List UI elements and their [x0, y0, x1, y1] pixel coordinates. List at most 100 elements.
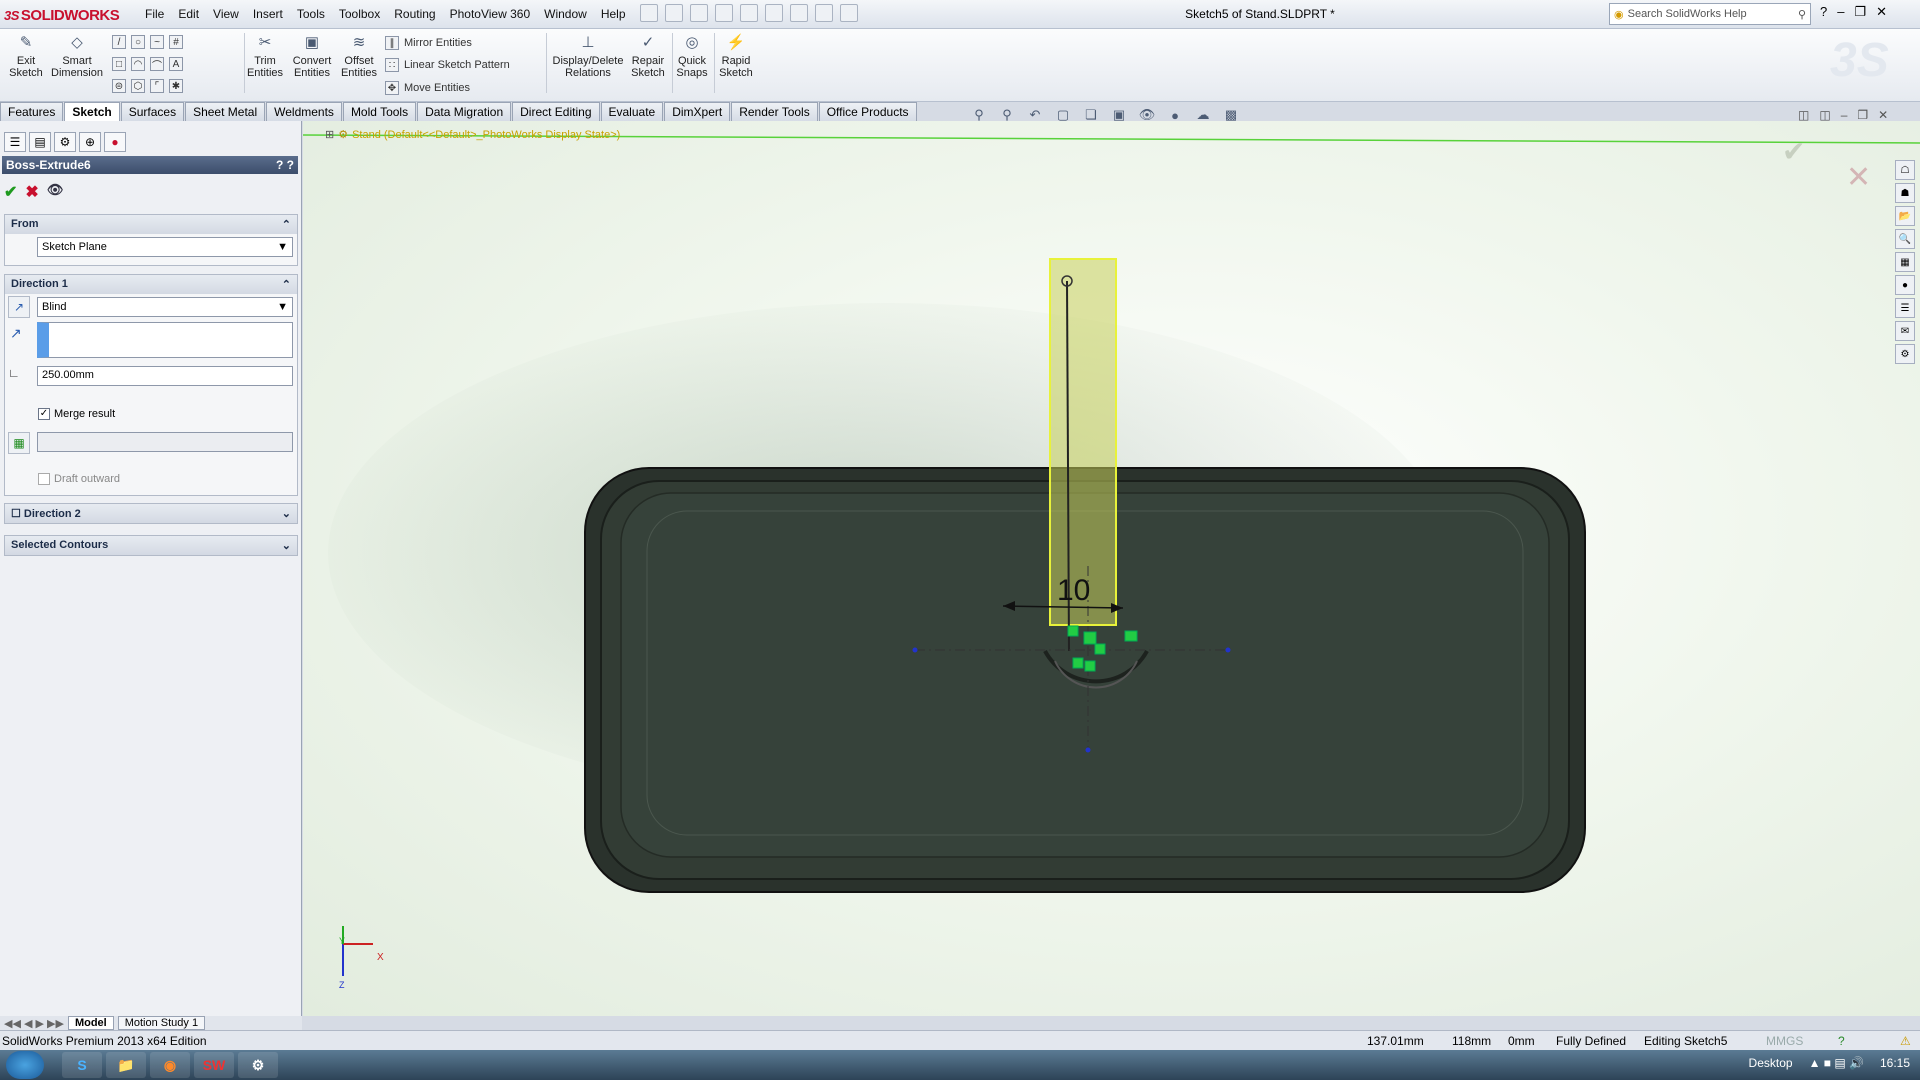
expand-icon[interactable]: ⌄ [282, 539, 291, 552]
viewport-minimize-icon[interactable]: – [1841, 108, 1848, 122]
units-selector[interactable]: MMGS [1766, 1034, 1803, 1048]
fillet-icon[interactable]: ⌒ [150, 57, 164, 72]
collapse-icon[interactable]: ⌃ [282, 218, 291, 231]
move-entities-button[interactable]: ✥ Move Entities [385, 81, 470, 95]
dimxpert-manager-icon[interactable]: ⊕ [79, 132, 101, 152]
previous-view-icon[interactable]: ↶ [1026, 106, 1044, 124]
menu-edit[interactable]: Edit [171, 6, 206, 22]
tab-sketch[interactable]: Sketch [64, 102, 120, 121]
view-orientation-icon[interactable]: ❏ [1082, 106, 1100, 124]
status-help-icon[interactable]: ? [1838, 1034, 1845, 1048]
menu-view[interactable]: View [206, 6, 246, 22]
tab-weldments[interactable]: Weldments [266, 102, 342, 121]
menu-toolbox[interactable]: Toolbox [332, 6, 387, 22]
text-icon[interactable]: A [169, 57, 183, 71]
polygon-icon[interactable]: ⬡ [131, 79, 145, 93]
menu-photoview[interactable]: PhotoView 360 [443, 6, 538, 22]
offset-entities-button[interactable]: ≋ Offset Entities [340, 33, 378, 79]
zoom-to-fit-icon[interactable]: ⚲ [970, 106, 988, 124]
undo-icon[interactable] [740, 4, 758, 22]
tab-model[interactable]: Model [67, 1016, 114, 1030]
tab-dimxpert[interactable]: DimXpert [664, 102, 731, 121]
ok-icon[interactable]: ✔ [4, 182, 17, 202]
menu-window[interactable]: Window [537, 6, 594, 22]
menu-help[interactable]: Help [594, 6, 633, 22]
configuration-manager-icon[interactable]: ⚙ [54, 132, 76, 152]
mirror-entities-button[interactable]: ∥ Mirror Entities [385, 36, 472, 50]
search-input[interactable]: ◉ Search SolidWorks Help ⚲ [1609, 3, 1811, 25]
tile-icon[interactable]: ◫ [1798, 108, 1809, 122]
detailed-preview-icon[interactable]: 👁 [47, 182, 64, 202]
tab-direct-editing[interactable]: Direct Editing [512, 102, 600, 121]
line-icon[interactable]: / [112, 35, 126, 49]
repair-sketch-button[interactable]: ✓ Repair Sketch [628, 33, 668, 79]
chamfer-icon[interactable]: ⌜ [150, 79, 164, 93]
hide-show-items-icon[interactable]: 👁 [1138, 106, 1156, 124]
draft-icon[interactable]: ▦ [8, 432, 30, 454]
feature-manager-icon[interactable]: ☰ [4, 132, 26, 152]
direction2-group[interactable]: ☐ Direction 2 ⌄ [4, 503, 298, 524]
draft-outward-checkbox[interactable]: Draft outward [38, 473, 120, 485]
rebuild-icon[interactable] [790, 4, 808, 22]
slot-icon[interactable]: ⊜ [112, 79, 126, 93]
solidworks-resources-icon[interactable]: ☖ [1895, 160, 1915, 180]
design-library-icon[interactable]: ☗ [1895, 183, 1915, 203]
dimension-label[interactable]: 10 [1057, 574, 1090, 608]
linear-sketch-pattern-button[interactable]: ∷ Linear Sketch Pattern [385, 58, 510, 72]
section-view-icon[interactable]: ▢ [1054, 106, 1072, 124]
menu-routing[interactable]: Routing [387, 6, 442, 22]
circle-icon[interactable]: ○ [131, 35, 145, 49]
app-taskbar-icon[interactable]: ⚙ [238, 1052, 278, 1078]
solidworks-logo[interactable]: 3S SOLIDWORKS [4, 5, 120, 25]
skype-taskbar-icon[interactable]: S [62, 1052, 102, 1078]
expand-tree-icon[interactable]: ⊞ [325, 128, 334, 141]
reverse-direction-icon[interactable]: ↗ [8, 296, 30, 318]
open-icon[interactable] [665, 4, 683, 22]
restore-icon[interactable]: ❐ [1854, 4, 1866, 20]
close-icon[interactable]: ✕ [1876, 4, 1887, 20]
pm-help-icon[interactable]: ? ? [276, 158, 294, 172]
view-settings-icon[interactable]: ▩ [1222, 106, 1240, 124]
apply-scene-icon[interactable]: ☁ [1194, 106, 1212, 124]
expand-icon[interactable]: ⌄ [282, 507, 291, 520]
direction-selection-box[interactable] [37, 322, 293, 358]
trim-entities-button[interactable]: ✂ Trim Entities [247, 33, 283, 79]
tab-motion-study[interactable]: Motion Study 1 [117, 1016, 206, 1030]
spline-icon[interactable]: ~ [150, 35, 164, 49]
print-icon[interactable] [715, 4, 733, 22]
feature-tree-breadcrumb[interactable]: ⊞ ⚙ Stand (Default<<Default>_PhotoWorks … [325, 128, 620, 142]
options-icon[interactable] [840, 4, 858, 22]
arc-icon[interactable]: ◠ [131, 57, 145, 71]
menu-file[interactable]: File [138, 6, 171, 22]
scroll-arrows-icon[interactable]: ◀◀ ◀ ▶ ▶▶ [4, 1017, 64, 1030]
tab-evaluate[interactable]: Evaluate [600, 102, 664, 121]
search-results-icon[interactable]: 🔍 [1895, 229, 1915, 249]
new-icon[interactable] [640, 4, 658, 22]
viewport-close-icon[interactable]: ✕ [1878, 108, 1888, 122]
start-button[interactable] [6, 1051, 44, 1079]
appearances-icon[interactable]: ● [1895, 275, 1915, 295]
tab-sheet-metal[interactable]: Sheet Metal [185, 102, 266, 121]
graphics-viewport[interactable] [302, 121, 1920, 1016]
explorer-taskbar-icon[interactable]: 📁 [106, 1052, 146, 1078]
file-explorer-icon[interactable]: 📂 [1895, 206, 1915, 226]
collapse-icon[interactable]: ⌃ [282, 278, 291, 291]
display-delete-relations-button[interactable]: ⊥ Display/Delete Relations [550, 33, 626, 79]
exit-sketch-button[interactable]: ✎ Exit Sketch [8, 33, 44, 79]
tab-mold-tools[interactable]: Mold Tools [342, 102, 417, 121]
merge-result-checkbox[interactable]: ✓ Merge result [38, 408, 115, 420]
selected-contours-group[interactable]: Selected Contours ⌄ [4, 535, 298, 556]
smart-dimension-button[interactable]: ◇ Smart Dimension [50, 33, 104, 79]
search-icon[interactable]: ⚲ [1798, 8, 1806, 21]
menu-tools[interactable]: Tools [290, 6, 332, 22]
select-icon[interactable] [765, 4, 783, 22]
tab-render-tools[interactable]: Render Tools [731, 102, 818, 121]
cancel-icon[interactable]: ✖ [25, 182, 38, 202]
tab-office-products[interactable]: Office Products [818, 102, 917, 121]
quick-snaps-button[interactable]: ◎ Quick Snaps [674, 33, 710, 79]
minimize-icon[interactable]: – [1837, 4, 1844, 20]
desktop-toolbar[interactable]: Desktop [1749, 1056, 1793, 1070]
display-manager-icon[interactable]: ● [104, 132, 126, 152]
point-icon[interactable]: ✱ [169, 79, 183, 93]
end-condition-select[interactable]: Blind ▼ [37, 297, 293, 317]
